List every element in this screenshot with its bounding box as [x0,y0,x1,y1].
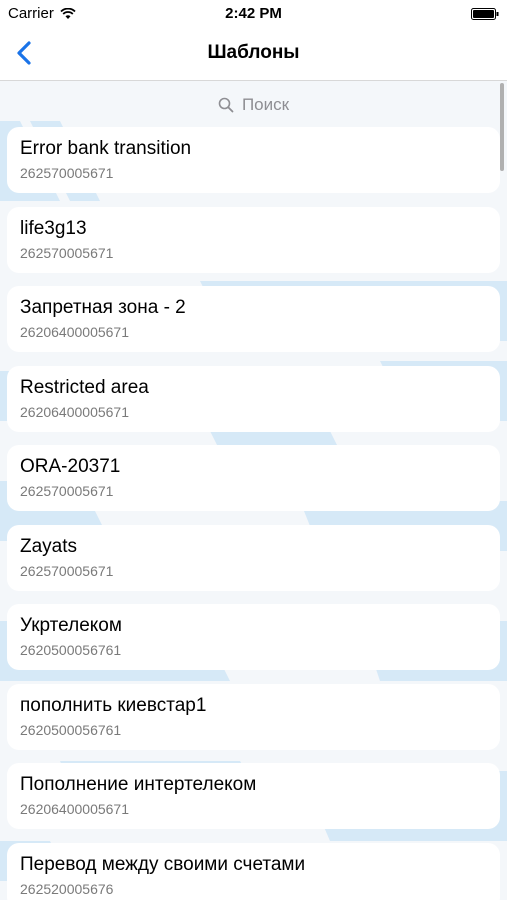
template-title: Запретная зона - 2 [20,297,186,318]
template-account: 26206400005671 [20,403,130,420]
template-title: Пополнение интертелеком [20,774,257,795]
search-placeholder: Поиск [241,95,290,114]
template-account: 2620500056761 [20,642,122,658]
template-title: Перевод между своими счетами [20,853,306,875]
template-title: пополнить киевстар1 [20,694,207,716]
template-card[interactable]: life3g13 262570005671 [7,206,500,273]
template-title: Укртелеком [20,615,122,636]
scrollbar[interactable] [500,83,504,171]
template-account: 262520005676 [20,880,114,897]
template-account: 262570005671 [20,483,114,499]
navigation-bar: Шаблоны [0,28,507,81]
clock: 2:42 PM [225,5,282,22]
search-field[interactable]: Поиск [0,91,507,119]
template-title: Error bank transition [20,138,192,159]
battery-icon [471,8,499,20]
templates-content[interactable]: Поиск Error bank transition 262570005671… [0,81,507,900]
template-account: 262570005671 [20,562,114,579]
template-title: life3g13 [20,217,87,239]
template-card[interactable]: Укртелеком 2620500056761 [7,604,500,670]
template-account: 2620500056761 [20,721,122,738]
template-card[interactable]: ORA-20371 262570005671 [7,445,500,511]
template-card[interactable]: Пополнение интертелеком 26206400005671 [7,763,500,829]
template-card[interactable]: Error bank transition 262570005671 [7,127,500,193]
template-account: 26206400005671 [20,801,130,817]
search-icon [218,97,234,113]
status-bar: Carrier 2:42 PM [0,0,507,28]
template-title: Zayats [20,535,78,557]
template-card[interactable]: Запретная зона - 2 26206400005671 [7,286,500,352]
template-card[interactable]: Zayats 262570005671 [7,524,500,591]
template-card[interactable]: Restricted area 26206400005671 [7,365,500,432]
template-account: 262570005671 [20,244,114,261]
templates-list: Error bank transition 262570005671 life3… [7,127,500,900]
template-title: ORA-20371 [20,456,121,477]
page-title: Шаблоны [207,42,300,63]
template-title: Restricted area [20,376,149,398]
template-card[interactable]: пополнить киевстар1 2620500056761 [7,683,500,750]
template-card[interactable]: Перевод между своими счетами 26252000567… [7,842,500,900]
template-account: 262570005671 [20,165,114,181]
template-account: 26206400005671 [20,324,130,340]
